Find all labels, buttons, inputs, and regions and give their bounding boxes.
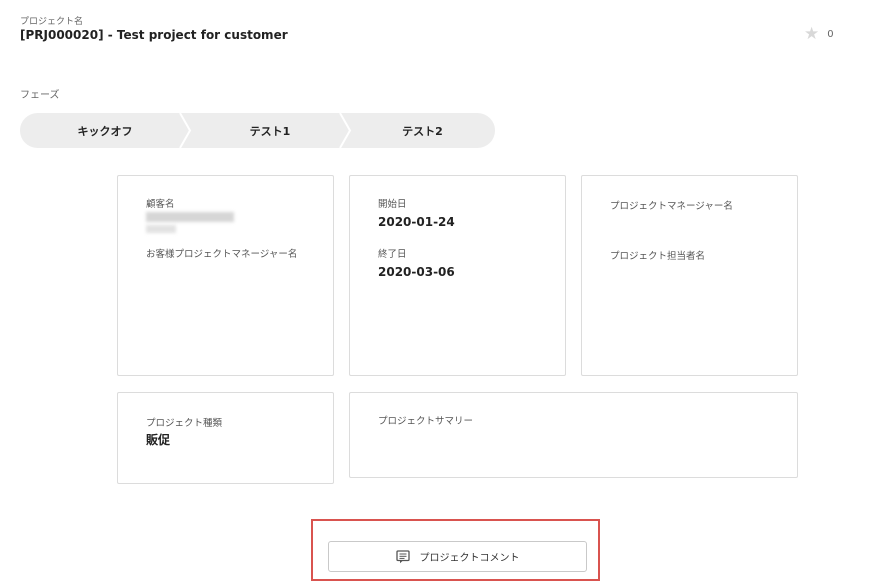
customer-card: 顧客名 お客様プロジェクトマネージャー名 bbox=[117, 175, 334, 376]
phase-step-test2[interactable]: テスト2 bbox=[350, 113, 495, 148]
end-date-value: 2020-03-06 bbox=[378, 265, 455, 279]
project-type-card: プロジェクト種類 販促 bbox=[117, 392, 334, 484]
redacted-customer-name-line2 bbox=[146, 225, 176, 233]
favorite-count: 0 bbox=[827, 29, 834, 40]
project-manager-card: プロジェクトマネージャー名 プロジェクト担当者名 bbox=[581, 175, 798, 376]
project-title: [PRJ000020] - Test project for customer bbox=[20, 28, 288, 42]
end-date-label: 終了日 bbox=[378, 249, 407, 260]
project-type-label: プロジェクト種類 bbox=[146, 418, 223, 429]
project-owner-label: プロジェクト担当者名 bbox=[610, 251, 706, 262]
phase-step-kickoff[interactable]: キックオフ bbox=[20, 113, 190, 148]
phase-progress-bar: キックオフ テスト1 テスト2 bbox=[20, 113, 495, 148]
comment-icon bbox=[395, 549, 410, 564]
project-type-value: 販促 bbox=[146, 433, 171, 447]
phase-step-test1[interactable]: テスト1 bbox=[190, 113, 350, 148]
project-manager-label: プロジェクトマネージャー名 bbox=[610, 201, 733, 212]
project-summary-label: プロジェクトサマリー bbox=[378, 416, 474, 427]
project-comment-button[interactable]: プロジェクトコメント bbox=[328, 541, 587, 572]
start-date-value: 2020-01-24 bbox=[378, 215, 455, 229]
project-summary-card: プロジェクトサマリー bbox=[349, 392, 798, 478]
project-name-label: プロジェクト名 bbox=[20, 17, 84, 27]
star-icon[interactable]: ★ bbox=[804, 26, 819, 43]
customer-pm-label: お客様プロジェクトマネージャー名 bbox=[146, 249, 298, 260]
dates-card: 開始日 2020-01-24 終了日 2020-03-06 bbox=[349, 175, 566, 376]
project-comment-label: プロジェクトコメント bbox=[419, 553, 520, 564]
phase-label: フェーズ bbox=[20, 90, 60, 101]
favorite[interactable]: ★ 0 bbox=[804, 26, 834, 43]
redacted-customer-name bbox=[146, 212, 234, 222]
customer-name-label: 顧客名 bbox=[146, 199, 175, 210]
start-date-label: 開始日 bbox=[378, 199, 407, 210]
